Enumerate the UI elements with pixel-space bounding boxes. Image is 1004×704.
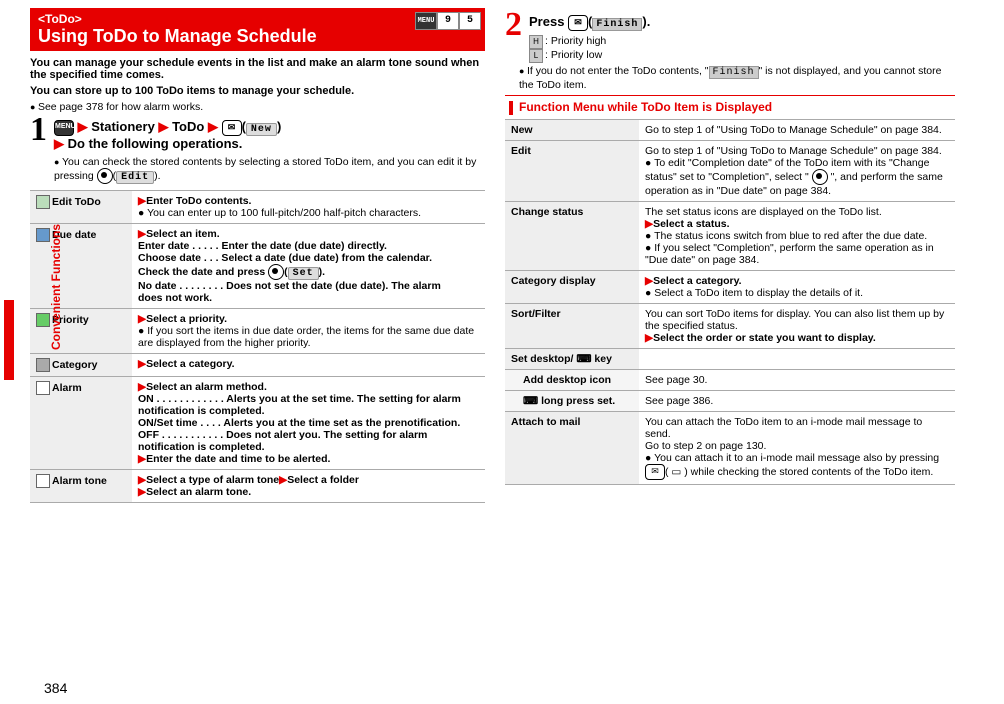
section-kicker: <ToDo>	[38, 12, 477, 26]
step-1-instruction: Do the following operations.	[68, 136, 243, 151]
menu-value: Go to step 1 of "Using ToDo to Manage Sc…	[639, 140, 955, 201]
menu-row: Change statusThe set status icons are di…	[505, 201, 955, 270]
prop-icon	[36, 313, 50, 327]
prop-key: Alarm	[30, 377, 132, 470]
menu-key: Attach to mail	[505, 411, 639, 484]
section-title: Using ToDo to Manage Schedule	[38, 26, 477, 47]
badge-9: 9	[437, 12, 459, 30]
menu-key: Sort/Filter	[505, 303, 639, 348]
section-header: MENU95 <ToDo> Using ToDo to Manage Sched…	[30, 8, 485, 51]
step-1-number: 1	[30, 113, 47, 147]
prop-icon	[36, 228, 50, 242]
menu-row: ⌨ long press set.See page 386.	[505, 390, 955, 411]
menu-value: See page 30.	[639, 369, 955, 390]
step-1-note: You can check the stored contents by sel…	[54, 156, 485, 184]
prop-icon	[36, 381, 50, 395]
prop-key: Edit ToDo	[30, 191, 132, 224]
step-1: 1 MENU ▶ Stationery ▶ ToDo ▶ ✉( New ) ▶ …	[30, 119, 485, 152]
priority-low-icon: L	[529, 49, 543, 63]
prop-row: Priority▶Select a priority.● If you sort…	[30, 309, 485, 354]
mail-key-icon: ✉	[568, 15, 588, 31]
nav-todo: ToDo	[172, 119, 204, 134]
menu-key-icon: MENU	[54, 120, 74, 136]
prop-value: ▶Select a priority.● If you sort the ite…	[132, 309, 485, 354]
menu-key: Change status	[505, 201, 639, 270]
menu-key: ⌨ long press set.	[505, 390, 639, 411]
prop-key: Due date	[30, 224, 132, 309]
step-1-properties-table: Edit ToDo▶Enter ToDo contents.● You can …	[30, 190, 485, 503]
side-label: Convenient Functions	[49, 207, 63, 367]
arrow-icon: ▶	[208, 119, 218, 134]
arrow-icon: ▶	[78, 119, 88, 134]
header-badges: MENU95	[415, 12, 481, 30]
menu-row: Set desktop/ ⌨ key	[505, 348, 955, 369]
priority-high-icon: H	[529, 35, 543, 49]
menu-row: NewGo to step 1 of "Using ToDo to Manage…	[505, 119, 955, 140]
prop-row: Alarm▶Select an alarm method.ON . . . . …	[30, 377, 485, 470]
ok-key-icon	[97, 168, 113, 184]
menu-value: Go to step 1 of "Using ToDo to Manage Sc…	[639, 119, 955, 140]
menu-row: Attach to mailYou can attach the ToDo it…	[505, 411, 955, 484]
menu-value	[639, 348, 955, 369]
arrow-icon: ▶	[54, 136, 64, 151]
prop-row: Due date▶Select an item.Enter date . . .…	[30, 224, 485, 309]
badge-5: 5	[459, 12, 481, 30]
new-softkey: New	[246, 123, 277, 136]
arrow-icon: ▶	[158, 119, 168, 134]
menu-key: New	[505, 119, 639, 140]
prop-value: ▶Enter ToDo contents.● You can enter up …	[132, 191, 485, 224]
finish-softkey-inline: Finish	[709, 66, 759, 79]
function-menu-title: Function Menu while ToDo Item is Display…	[505, 95, 955, 119]
finish-softkey: Finish	[592, 18, 642, 31]
menu-key: Add desktop icon	[505, 369, 639, 390]
prop-value: ▶Select an item.Enter date . . . . . Ent…	[132, 224, 485, 309]
prop-value: ▶Select a type of alarm tone▶Select a fo…	[132, 470, 485, 503]
priority-legend: H: Priority high L: Priority low	[529, 35, 955, 63]
prop-row: Category▶Select a category.	[30, 354, 485, 377]
side-tab	[4, 300, 14, 380]
lead-2: You can store up to 100 ToDo items to ma…	[30, 85, 485, 97]
prop-key: Priority	[30, 309, 132, 354]
step-2-press: Press	[529, 14, 568, 29]
menu-row: Sort/FilterYou can sort ToDo items for d…	[505, 303, 955, 348]
menu-row: Add desktop iconSee page 30.	[505, 369, 955, 390]
prop-icon	[36, 474, 50, 488]
badge-menu: MENU	[415, 12, 437, 30]
menu-value: You can attach the ToDo item to an i-mod…	[639, 411, 955, 484]
menu-value: You can sort ToDo items for display. You…	[639, 303, 955, 348]
prop-key: Category	[30, 354, 132, 377]
mail-key-icon: ✉	[222, 120, 242, 136]
prop-row: Edit ToDo▶Enter ToDo contents.● You can …	[30, 191, 485, 224]
menu-value: The set status icons are displayed on th…	[639, 201, 955, 270]
menu-key: Set desktop/ ⌨ key	[505, 348, 639, 369]
step-2-number: 2	[505, 8, 522, 42]
prop-key: Alarm tone	[30, 470, 132, 503]
prop-icon	[36, 358, 50, 372]
prop-icon	[36, 195, 50, 209]
prop-value: ▶Select a category.	[132, 354, 485, 377]
nav-stationery: Stationery	[91, 119, 155, 134]
function-menu-table: NewGo to step 1 of "Using ToDo to Manage…	[505, 119, 955, 485]
menu-value: See page 386.	[639, 390, 955, 411]
prop-value: ▶Select an alarm method.ON . . . . . . .…	[132, 377, 485, 470]
lead-1: You can manage your schedule events in t…	[30, 57, 485, 81]
prop-row: Alarm tone▶Select a type of alarm tone▶S…	[30, 470, 485, 503]
menu-key: Edit	[505, 140, 639, 201]
step-2-bullet: If you do not enter the ToDo contents, "…	[519, 65, 955, 91]
title-notch-icon	[509, 101, 513, 115]
edit-softkey: Edit	[116, 171, 154, 184]
menu-row: EditGo to step 1 of "Using ToDo to Manag…	[505, 140, 955, 201]
menu-value: ▶Select a category.● Select a ToDo item …	[639, 270, 955, 303]
menu-key: Category display	[505, 270, 639, 303]
step-2: 2 Press ✉(Finish).	[505, 14, 955, 31]
lead-bullet: See page 378 for how alarm works.	[30, 101, 485, 113]
menu-row: Category display▶Select a category.● Sel…	[505, 270, 955, 303]
page-number: 384	[44, 680, 67, 696]
